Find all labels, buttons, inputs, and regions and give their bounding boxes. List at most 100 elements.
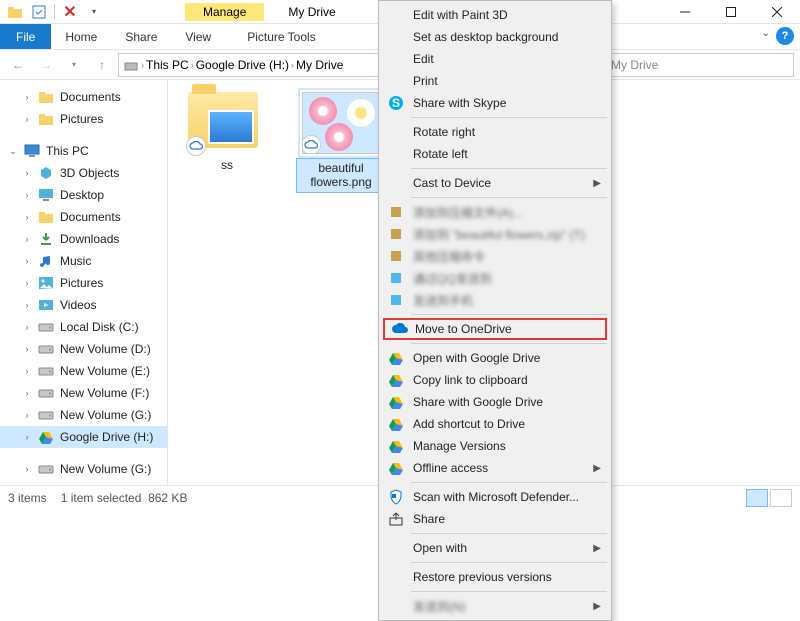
- context-menu-item[interactable]: Open with▶: [381, 537, 609, 559]
- context-menu-item[interactable]: Open with Google Drive: [381, 347, 609, 369]
- nav-item[interactable]: ›Downloads: [0, 228, 167, 250]
- qat-dropdown-icon[interactable]: ▾: [83, 1, 105, 23]
- up-button[interactable]: ↑: [90, 53, 114, 77]
- drive-icon: [123, 57, 139, 73]
- gdrive-icon: [387, 371, 405, 389]
- nav-item[interactable]: ›Videos: [0, 294, 167, 316]
- chevron-right-icon: ▶: [593, 601, 601, 612]
- nav-label: Downloads: [60, 232, 119, 246]
- context-menu-item[interactable]: 其他压缩命令: [381, 245, 609, 267]
- nav-item[interactable]: ›Documents: [0, 206, 167, 228]
- file-item-image[interactable]: beautiful flowers.png: [296, 92, 386, 193]
- menu-label: Share with Google Drive: [413, 395, 543, 409]
- context-menu-item[interactable]: Move to OneDrive: [383, 318, 607, 340]
- context-menu-item[interactable]: Print: [381, 70, 609, 92]
- navigation-pane: ›Documents›Pictures ⌄ This PC ›3D Object…: [0, 80, 168, 485]
- disk-icon: [38, 363, 54, 379]
- back-button[interactable]: ←: [6, 53, 30, 77]
- nav-item[interactable]: ›New Volume (G:): [0, 458, 167, 480]
- context-menu-item[interactable]: 添加到 "beautiful flowers.zip" (T): [381, 223, 609, 245]
- context-menu-item[interactable]: Restore previous versions: [381, 566, 609, 588]
- breadcrumb[interactable]: My Drive: [296, 58, 343, 72]
- desktop-icon: [38, 187, 54, 203]
- context-menu-item[interactable]: Edit with Paint 3D: [381, 4, 609, 26]
- nav-label: 3D Objects: [60, 166, 119, 180]
- nav-label: Google Drive (H:): [60, 430, 153, 444]
- menu-label: Set as desktop background: [413, 30, 558, 44]
- nav-item[interactable]: ›Pictures: [0, 108, 167, 130]
- nav-item[interactable]: ›New Volume (E:): [0, 360, 167, 382]
- menu-label: Share with Skype: [413, 96, 506, 110]
- menu-label: Offline access: [413, 461, 488, 475]
- ribbon-tab-home[interactable]: Home: [51, 24, 111, 49]
- view-details-button[interactable]: [746, 489, 768, 507]
- ribbon-contextual-tab[interactable]: Picture Tools: [235, 24, 327, 49]
- context-menu-item[interactable]: Set as desktop background: [381, 26, 609, 48]
- properties-icon[interactable]: [28, 1, 50, 23]
- nav-this-pc[interactable]: ⌄ This PC: [0, 140, 167, 162]
- nav-item[interactable]: ›New Volume (G:): [0, 404, 167, 426]
- nav-label: New Volume (G:): [60, 408, 151, 422]
- context-menu-item[interactable]: Manage Versions: [381, 435, 609, 457]
- recent-locations-icon[interactable]: ▾: [62, 53, 86, 77]
- search-input[interactable]: My Drive: [604, 53, 794, 77]
- file-label: ss: [182, 158, 272, 172]
- cloud-overlay-icon: [186, 136, 206, 156]
- context-menu-item[interactable]: Offline access▶: [381, 457, 609, 479]
- minimize-button[interactable]: [662, 0, 708, 24]
- context-menu-item[interactable]: Cast to Device▶: [381, 172, 609, 194]
- context-menu-item[interactable]: 发送到(N)▶: [381, 595, 609, 617]
- share-icon: [387, 510, 405, 528]
- context-menu-item[interactable]: Edit: [381, 48, 609, 70]
- context-menu-item[interactable]: Share with Google Drive: [381, 391, 609, 413]
- archive-icon: [387, 247, 405, 265]
- nav-label: Documents: [60, 210, 121, 224]
- context-menu-item[interactable]: Add shortcut to Drive: [381, 413, 609, 435]
- menu-label: Add shortcut to Drive: [413, 417, 525, 431]
- menu-label: Rotate right: [413, 125, 475, 139]
- context-menu-item[interactable]: 添加到压缩文件(A)...: [381, 201, 609, 223]
- folder-icon[interactable]: [4, 1, 26, 23]
- context-menu-item[interactable]: Copy link to clipboard: [381, 369, 609, 391]
- context-menu-item[interactable]: S Share with Skype: [381, 92, 609, 114]
- breadcrumb[interactable]: Google Drive (H:): [196, 58, 289, 72]
- ribbon-tab-view[interactable]: View: [171, 24, 225, 49]
- nav-label: Music: [60, 254, 91, 268]
- nav-item[interactable]: ›Desktop: [0, 184, 167, 206]
- nav-item[interactable]: ›Google Drive (H:): [0, 426, 167, 448]
- onedrive-icon: [391, 320, 409, 338]
- maximize-button[interactable]: [708, 0, 754, 24]
- delete-icon[interactable]: ✕: [59, 1, 81, 23]
- context-menu-item[interactable]: 发送到手机: [381, 289, 609, 311]
- breadcrumb[interactable]: This PC: [146, 58, 189, 72]
- nav-item[interactable]: ›3D Objects: [0, 162, 167, 184]
- context-menu-item[interactable]: Rotate left: [381, 143, 609, 165]
- chevron-right-icon[interactable]: ›: [141, 60, 144, 70]
- nav-label: Pictures: [60, 276, 103, 290]
- nav-item[interactable]: ›New Volume (F:): [0, 382, 167, 404]
- context-menu-item[interactable]: Share: [381, 508, 609, 530]
- help-icon[interactable]: ?: [776, 27, 794, 45]
- ribbon-expand-icon[interactable]: ⌄: [762, 28, 770, 39]
- nav-item[interactable]: ›Local Disk (C:): [0, 316, 167, 338]
- forward-button[interactable]: →: [34, 53, 58, 77]
- menu-label: Edit with Paint 3D: [413, 8, 508, 22]
- context-menu-item[interactable]: Rotate right: [381, 121, 609, 143]
- view-large-icons-button[interactable]: [770, 489, 792, 507]
- nav-item[interactable]: ›Music: [0, 250, 167, 272]
- chevron-right-icon[interactable]: ›: [191, 60, 194, 70]
- chevron-right-icon[interactable]: ›: [291, 60, 294, 70]
- svg-text:S: S: [392, 96, 400, 110]
- nav-item[interactable]: ›New Volume (D:): [0, 338, 167, 360]
- close-button[interactable]: [754, 0, 800, 24]
- nav-item[interactable]: ›Documents: [0, 86, 167, 108]
- context-menu-item[interactable]: 通过QQ发送到: [381, 267, 609, 289]
- ribbon-tab-share[interactable]: Share: [111, 24, 171, 49]
- menu-label: Scan with Microsoft Defender...: [413, 490, 579, 504]
- window-title: My Drive: [288, 5, 335, 19]
- context-menu-item[interactable]: Scan with Microsoft Defender...: [381, 486, 609, 508]
- ribbon-file-tab[interactable]: File: [0, 24, 51, 49]
- nav-item[interactable]: ›Pictures: [0, 272, 167, 294]
- app-icon: [387, 269, 405, 287]
- file-item-folder[interactable]: ss: [182, 92, 272, 172]
